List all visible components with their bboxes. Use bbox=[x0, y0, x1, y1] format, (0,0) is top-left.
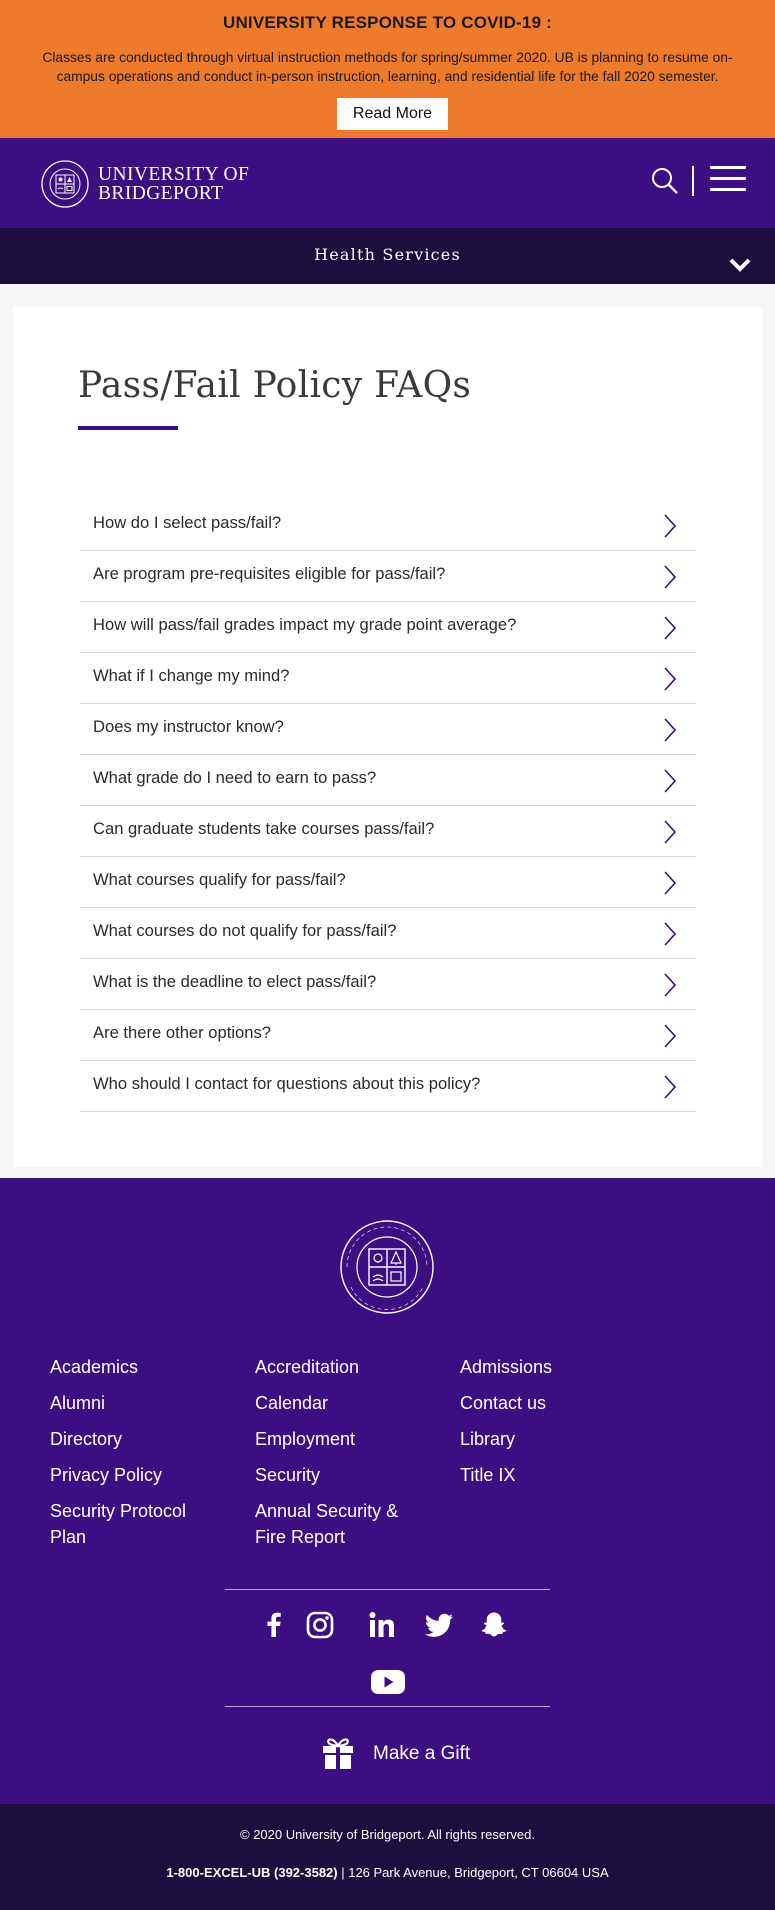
chevron-right-icon bbox=[664, 820, 676, 844]
chevron-right-icon bbox=[664, 871, 676, 895]
copyright-text: © 2020 University of Bridgeport. All rig… bbox=[240, 1827, 535, 1842]
footer-link-academics[interactable]: Academics bbox=[50, 1354, 138, 1380]
chevron-right-icon bbox=[664, 769, 676, 793]
covid-heading: UNIVERSITY RESPONSE TO COVID-19 : bbox=[222, 13, 553, 32]
faq-item[interactable]: Can graduate students take courses pass/… bbox=[80, 806, 696, 857]
hamburger-menu-icon[interactable] bbox=[710, 166, 746, 194]
university-seal-icon bbox=[41, 160, 89, 208]
faq-question: Are there other options? bbox=[93, 1023, 272, 1042]
chevron-right-icon bbox=[664, 616, 676, 640]
youtube-icon[interactable] bbox=[370, 1667, 406, 1697]
footer-link-annual-security-report[interactable]: Annual Security & Fire Report bbox=[255, 1498, 415, 1550]
faq-question: How will pass/fail grades impact my grad… bbox=[93, 615, 517, 634]
gift-icon[interactable] bbox=[320, 1734, 356, 1770]
faq-question: What courses do not qualify for pass/fai… bbox=[93, 921, 397, 940]
site-header: UNIVERSITY OF BRIDGEPORT bbox=[0, 138, 775, 228]
footer-bottom-bar: © 2020 University of Bridgeport. All rig… bbox=[0, 1804, 775, 1910]
instagram-icon[interactable] bbox=[303, 1608, 337, 1642]
faq-question: How do I select pass/fail? bbox=[93, 513, 282, 532]
faq-item[interactable]: What if I change my mind? bbox=[80, 653, 696, 704]
faq-question: What courses qualify for pass/fail? bbox=[93, 870, 346, 889]
twitter-icon[interactable] bbox=[422, 1608, 456, 1642]
logo-line-2: BRIDGEPORT bbox=[98, 183, 224, 204]
header-divider bbox=[692, 166, 694, 196]
faq-question: What if I change my mind? bbox=[93, 666, 290, 685]
university-seal-icon bbox=[340, 1220, 434, 1314]
faq-item[interactable]: Does my instructor know? bbox=[80, 704, 696, 755]
contact-info: 1-800-EXCEL-UB (392-3582) | 126 Park Ave… bbox=[0, 1865, 775, 1880]
site-footer: Academics Accreditation Admissions Alumn… bbox=[0, 1178, 775, 1804]
facebook-icon[interactable] bbox=[257, 1608, 291, 1642]
faq-question: Who should I contact for questions about… bbox=[93, 1074, 481, 1093]
footer-link-security-protocol-plan[interactable]: Security Protocol Plan bbox=[50, 1498, 210, 1550]
faq-item[interactable]: What grade do I need to earn to pass? bbox=[80, 755, 696, 806]
faq-item[interactable]: Are program pre-requisites eligible for … bbox=[80, 551, 696, 602]
footer-link-accreditation[interactable]: Accreditation bbox=[255, 1354, 359, 1380]
phone-number[interactable]: 1-800-EXCEL-UB (392-3582) bbox=[166, 1865, 337, 1880]
faq-item[interactable]: How will pass/fail grades impact my grad… bbox=[80, 602, 696, 653]
title-underline bbox=[78, 426, 178, 430]
footer-link-privacy-policy[interactable]: Privacy Policy bbox=[50, 1462, 162, 1488]
university-logo[interactable]: UNIVERSITY OF BRIDGEPORT bbox=[40, 159, 250, 209]
faq-item[interactable]: What courses do not qualify for pass/fai… bbox=[80, 908, 696, 959]
faq-question: Can graduate students take courses pass/… bbox=[93, 819, 435, 838]
snapchat-icon[interactable] bbox=[477, 1608, 511, 1642]
chevron-right-icon bbox=[664, 514, 676, 538]
chevron-down-icon[interactable] bbox=[729, 258, 751, 272]
footer-link-directory[interactable]: Directory bbox=[50, 1426, 122, 1452]
section-title: Health Services bbox=[314, 245, 461, 264]
chevron-right-icon bbox=[664, 922, 676, 946]
make-a-gift-link[interactable]: Make a Gift bbox=[373, 1743, 470, 1765]
faq-item[interactable]: What is the deadline to elect pass/fail? bbox=[80, 959, 696, 1010]
chevron-right-icon bbox=[664, 718, 676, 742]
chevron-right-icon bbox=[664, 667, 676, 691]
chevron-right-icon bbox=[664, 1024, 676, 1048]
footer-divider bbox=[225, 1706, 550, 1707]
page-title: Pass/Fail Policy FAQs bbox=[78, 365, 472, 406]
faq-question: What grade do I need to earn to pass? bbox=[93, 768, 377, 787]
linkedin-icon[interactable] bbox=[365, 1608, 399, 1642]
covid-message: Classes are conducted through virtual in… bbox=[42, 50, 733, 84]
footer-link-calendar[interactable]: Calendar bbox=[255, 1390, 328, 1416]
faq-item[interactable]: Are there other options? bbox=[80, 1010, 696, 1061]
footer-link-contact-us[interactable]: Contact us bbox=[460, 1390, 546, 1416]
faq-item[interactable]: How do I select pass/fail? bbox=[80, 500, 696, 551]
chevron-right-icon bbox=[664, 973, 676, 997]
faq-list: How do I select pass/fail? Are program p… bbox=[80, 500, 696, 1112]
read-more-button[interactable]: Read More bbox=[337, 98, 448, 130]
footer-link-admissions[interactable]: Admissions bbox=[460, 1354, 552, 1380]
footer-link-alumni[interactable]: Alumni bbox=[50, 1390, 105, 1416]
footer-link-security[interactable]: Security bbox=[255, 1462, 320, 1488]
chevron-right-icon bbox=[664, 1075, 676, 1099]
footer-divider bbox=[225, 1589, 550, 1590]
faq-item[interactable]: Who should I contact for questions about… bbox=[80, 1061, 696, 1112]
footer-link-library[interactable]: Library bbox=[460, 1426, 515, 1452]
logo-wordmark: UNIVERSITY OF BRIDGEPORT bbox=[98, 164, 250, 204]
faq-question: What is the deadline to elect pass/fail? bbox=[93, 972, 377, 991]
faq-item[interactable]: What courses qualify for pass/fail? bbox=[80, 857, 696, 908]
faq-question: Are program pre-requisites eligible for … bbox=[93, 564, 446, 583]
search-icon[interactable] bbox=[650, 166, 680, 196]
covid-banner: UNIVERSITY RESPONSE TO COVID-19 : Classe… bbox=[0, 0, 775, 138]
content-card: Pass/Fail Policy FAQs How do I select pa… bbox=[13, 307, 762, 1167]
footer-link-title-ix[interactable]: Title IX bbox=[460, 1462, 515, 1488]
section-nav-bar[interactable]: Health Services bbox=[0, 228, 775, 284]
logo-line-1: UNIVERSITY OF bbox=[98, 164, 250, 185]
footer-link-employment[interactable]: Employment bbox=[255, 1426, 355, 1452]
postal-address: | 126 Park Avenue, Bridgeport, CT 06604 … bbox=[337, 1865, 609, 1880]
chevron-right-icon bbox=[664, 565, 676, 589]
faq-question: Does my instructor know? bbox=[93, 717, 284, 736]
